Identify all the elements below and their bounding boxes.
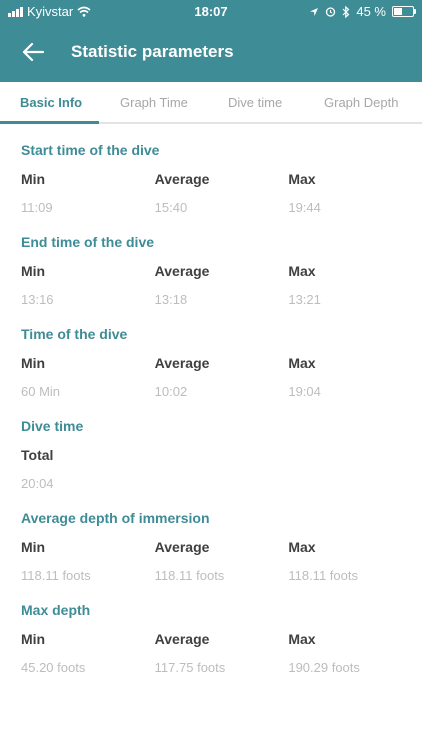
stat-label: Max [288,263,316,279]
stats-values-row: 20:04 [21,465,422,492]
tab-basic-info[interactable]: Basic Info [20,82,82,122]
page-title: Statistic parameters [71,42,234,61]
section-title: Time of the dive [21,326,128,342]
app-bar: Statistic parameters [0,22,422,82]
stat-value: 13:21 [288,292,321,307]
section-title: End time of the dive [21,234,155,250]
stat-value: 13:16 [21,292,54,307]
section-max-depth: Max depth Min Average Max 45.20 foots 11… [21,602,422,676]
stats-labels-row: Min Average Max [21,539,422,557]
stat-label: Average [154,171,210,187]
stat-label: Min [21,171,46,187]
active-tab-indicator [0,121,99,124]
stat-value: 60 Min [21,384,61,399]
tab-graph-time[interactable]: Graph Time [120,82,188,122]
stat-label: Average [154,539,210,555]
stats-labels-row: Min Average Max [21,263,422,281]
stats-labels-row: Min Average Max [21,631,422,649]
location-icon [310,7,319,16]
stat-label: Max [288,355,316,371]
section-time-of-dive: Time of the dive Min Average Max 60 Min … [21,326,422,400]
stat-label: Total [21,447,54,463]
bluetooth-icon [342,5,350,18]
stats-values-row: 45.20 foots 117.75 foots 190.29 foots [21,649,422,676]
section-end-time: End time of the dive Min Average Max 13:… [21,234,422,308]
stat-label: Max [288,631,316,647]
tab-bar: Basic Info Graph Time Dive time Graph De… [0,82,422,124]
stat-label: Max [288,171,316,187]
battery-icon [392,6,416,17]
stat-label: Average [154,631,210,647]
stat-value: 118.11 foots [154,568,225,583]
stat-value: 118.11 foots [288,568,358,583]
header: Kyivstar 18:07 45 % Statistic parameters [0,0,422,82]
stat-label: Average [154,355,210,371]
stat-value: 10:02 [154,384,188,399]
tab-dive-time[interactable]: Dive time [228,82,282,122]
stat-value: 19:04 [288,384,321,399]
stats-labels-row: Min Average Max [21,171,422,189]
stat-label: Min [21,355,46,371]
stats-labels-row: Total [21,447,422,465]
section-dive-time: Dive time Total 20:04 [21,418,422,492]
stat-value: 45.20 foots [21,660,86,675]
section-title: Dive time [21,418,84,434]
back-arrow-icon [22,42,44,62]
section-title: Max depth [21,602,91,618]
stat-label: Min [21,539,46,555]
stat-label: Average [154,263,210,279]
stats-values-row: 11:09 15:40 19:44 [21,189,422,216]
stat-value: 15:40 [154,200,188,215]
stat-value: 11:09 [21,200,53,215]
tab-graph-depth[interactable]: Graph Depth [324,82,398,122]
stats-values-row: 118.11 foots 118.11 foots 118.11 foots [21,557,422,584]
stat-value: 13:18 [154,292,188,307]
battery-percent: 45 % [356,4,386,19]
stat-label: Max [288,539,316,555]
section-title: Start time of the dive [21,142,160,158]
stat-value: 118.11 foots [21,568,91,583]
battery-fill [394,8,402,15]
stat-value: 117.75 foots [154,660,226,675]
section-average-depth: Average depth of immersion Min Average M… [21,510,422,584]
stat-label: Min [21,263,46,279]
stat-value: 19:44 [288,200,321,215]
status-bar: Kyivstar 18:07 45 % [0,0,422,22]
stat-value: 20:04 [21,476,54,491]
stats-content: Start time of the dive Min Average Max 1… [0,142,422,676]
stats-values-row: 13:16 13:18 13:21 [21,281,422,308]
stats-values-row: 60 Min 10:02 19:04 [21,373,422,400]
section-start-time: Start time of the dive Min Average Max 1… [21,142,422,216]
stats-labels-row: Min Average Max [21,355,422,373]
section-title: Average depth of immersion [21,510,210,526]
stat-value: 190.29 foots [288,660,360,675]
alarm-icon [326,7,336,17]
stat-label: Min [21,631,46,647]
status-right: 45 % [309,4,416,19]
back-button[interactable] [20,39,46,65]
